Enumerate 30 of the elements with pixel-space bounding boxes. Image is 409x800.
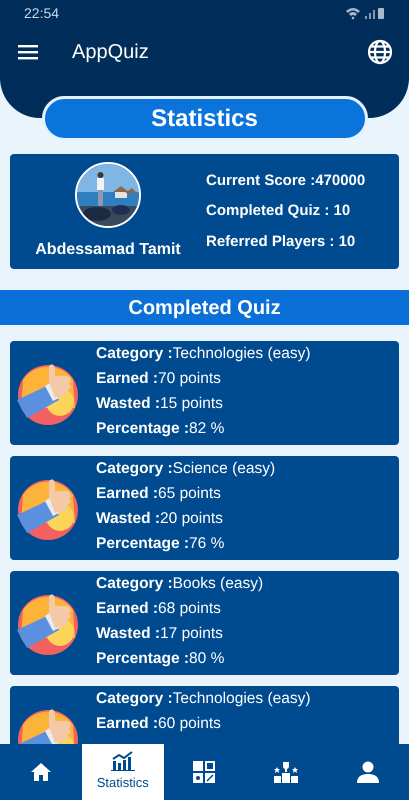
- status-time: 22:54: [24, 4, 60, 22]
- quiz-detail-text: Percentage :76 %: [96, 534, 226, 554]
- quiz-detail-text: Category :Science (easy): [96, 459, 276, 479]
- quiz-detail-text: Percentage :82 %: [96, 419, 226, 439]
- stat-text: Completed Quiz : 10: [206, 201, 352, 222]
- quiz-detail-text: Category :Technologies (easy): [96, 689, 311, 709]
- home-icon: [30, 762, 52, 782]
- stat-text: Referred Players : 10: [206, 232, 356, 252]
- quiz-detail-text: Earned :70 points: [96, 369, 222, 389]
- grid-icon: [193, 761, 216, 783]
- quiz-detail-text: Category :Technologies (easy): [96, 344, 311, 364]
- stat-text: Current Score :470000: [206, 170, 366, 191]
- globe-icon[interactable]: [367, 39, 393, 65]
- quiz-detail-text: Wasted :17 points: [96, 624, 224, 644]
- quiz-detail-text: Earned :60 points: [96, 714, 222, 734]
- person-icon: [357, 761, 380, 783]
- quiz-detail-text: Wasted :20 points: [96, 509, 224, 529]
- quiz-detail-text: Percentage :80 %: [96, 649, 226, 669]
- quiz-detail-text: Category :Books (easy): [96, 574, 264, 594]
- page-title: Statistics: [42, 96, 368, 141]
- section-header: Completed Quiz: [0, 290, 409, 325]
- status-icons: [345, 6, 385, 20]
- nav-tab[interactable]: Statistics: [82, 744, 164, 800]
- app-title: AppQuiz: [72, 40, 150, 65]
- podium-icon: [274, 761, 298, 783]
- quiz-detail-text: Earned :65 points: [96, 484, 222, 504]
- quiz-detail-text: Earned :68 points: [96, 599, 222, 619]
- player-name: Abdessamad Tamit: [35, 240, 181, 260]
- chart-icon: [110, 751, 135, 772]
- quiz-detail-text: Wasted :15 points: [96, 394, 224, 414]
